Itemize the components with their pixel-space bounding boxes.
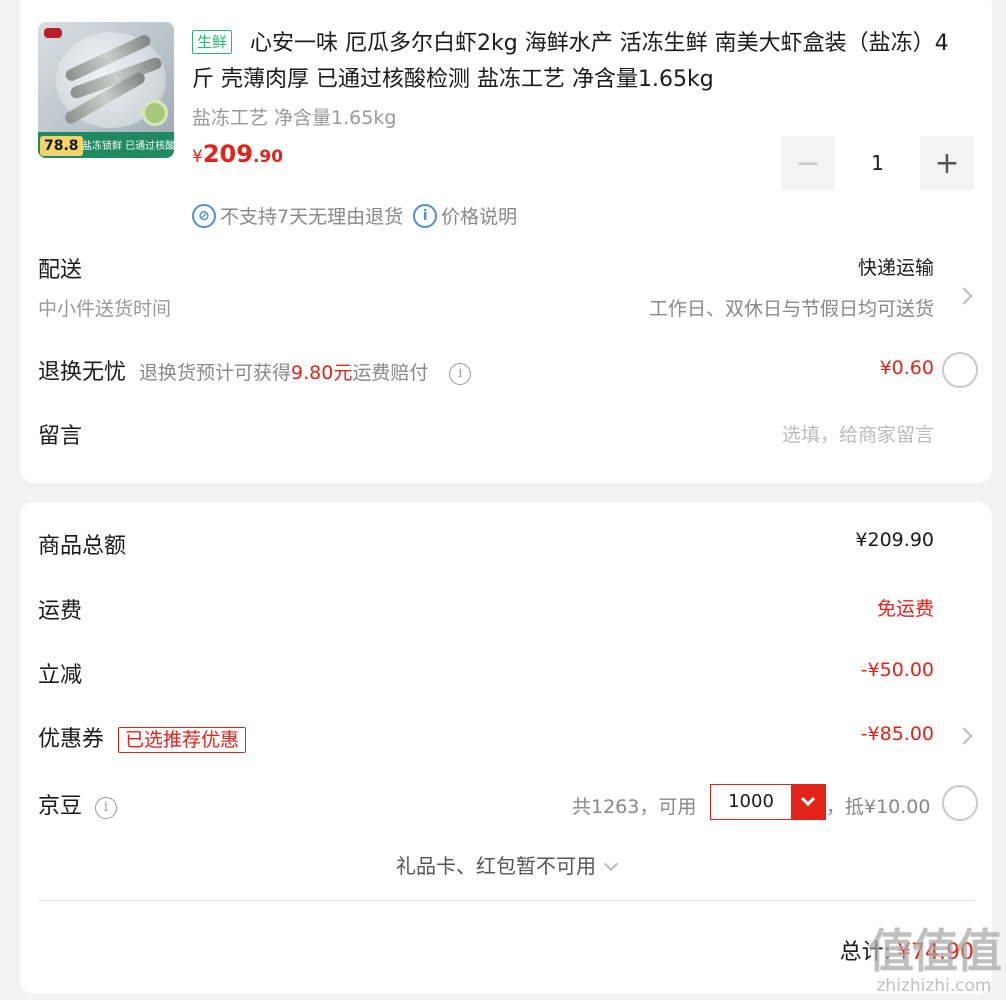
price-decimal: .90	[252, 147, 284, 167]
product-spec[interactable]: 盐冻工艺 净含量1.65kg	[192, 103, 396, 130]
return-insurance-label: 退换无忧	[38, 360, 127, 385]
coupon-value[interactable]: -¥85.00	[861, 723, 934, 745]
price-integer: 209	[202, 140, 253, 168]
chevron-right-icon[interactable]	[955, 727, 973, 745]
bean-radio[interactable]	[942, 785, 978, 821]
goods-total-label: 商品总额	[38, 534, 127, 559]
chevron-down-icon[interactable]	[603, 856, 619, 872]
info-icon[interactable]: i	[449, 362, 472, 385]
delivery-time-label: 中小件送货时间	[38, 298, 172, 320]
product-policy: ⊘ 不支持7天无理由退货 i 价格说明	[192, 202, 517, 229]
return-insurance-desc: 退换货预计可获得9.80元运费赔付	[139, 362, 428, 384]
site-watermark: 值值值 zhizhizhi.com	[868, 924, 1002, 996]
watermark-site: zhizhizhi.com	[876, 976, 992, 996]
increase-button[interactable]: +	[920, 136, 974, 190]
bean-total: 共1263，可用	[572, 796, 697, 818]
return-desc-amount: 9.80元	[291, 362, 353, 384]
divider	[38, 900, 974, 901]
return-desc-prefix: 退换货预计可获得	[139, 362, 292, 384]
coupon-row[interactable]: 优惠券 已选推荐优惠	[38, 721, 247, 753]
fresh-tag: 生鲜	[192, 30, 233, 54]
product-thumbnail[interactable]: 78.8 盐冻锁鲜 已通过核酸检测	[38, 22, 174, 158]
message-input[interactable]: 选填，给商家留言	[782, 420, 934, 447]
info-icon[interactable]: i	[413, 203, 438, 228]
goods-total-value: ¥209.90	[855, 529, 934, 551]
watermark-glyph: 值值值	[868, 924, 1002, 978]
bean-use-value[interactable]: 1000	[711, 785, 791, 819]
quantity-input[interactable]: 1	[835, 136, 920, 190]
giftcard-row[interactable]: 礼品卡、红包暂不可用	[20, 850, 992, 879]
return-desc-suffix: 运费赔付	[352, 362, 429, 384]
lime-graphic	[142, 100, 168, 126]
delivery-label: 配送	[38, 258, 83, 283]
return-insurance-radio[interactable]	[942, 352, 978, 388]
product-title[interactable]: 心安一味 厄瓜多尔白虾2kg 海鲜水产 活冻生鲜 南美大虾盒装（盐冻）4斤 壳薄…	[192, 26, 952, 98]
return-insurance-price: ¥0.60	[879, 357, 934, 379]
bean-row: 京豆 i	[38, 788, 118, 820]
discount-value: -¥50.00	[860, 659, 934, 681]
giftcard-text: 礼品卡、红包暂不可用	[396, 854, 596, 878]
coupon-label: 优惠券	[38, 727, 105, 752]
price-currency: ¥	[192, 147, 203, 167]
thumb-price: 78.8	[40, 136, 83, 156]
return-insurance-row: 退换无忧 退换货预计可获得9.80元运费赔付 i	[38, 354, 472, 386]
chevron-down-icon[interactable]	[791, 785, 825, 819]
delivery-method[interactable]: 快递运输	[858, 253, 934, 280]
quantity-stepper: − 1 +	[781, 136, 974, 190]
thumb-banner-text: 盐冻锁鲜 已通过核酸检测	[82, 141, 174, 152]
bean-use-select[interactable]: 1000	[710, 784, 826, 820]
shipping-label: 运费	[38, 599, 83, 624]
price-info-link[interactable]: 价格说明	[441, 202, 517, 229]
shipping-value: 免运费	[876, 598, 934, 620]
no-return-text: 不支持7天无理由退货	[220, 206, 404, 228]
discount-label: 立减	[38, 663, 83, 688]
order-item-card: 78.8 盐冻锁鲜 已通过核酸检测 心安一味 厄瓜多尔白虾2kg 海鲜水产 活冻…	[20, 0, 992, 483]
chevron-right-icon[interactable]	[955, 287, 973, 305]
bean-label: 京豆	[38, 794, 83, 819]
no-return-icon: ⊘	[192, 203, 216, 228]
product-price: ¥209.90	[192, 140, 283, 168]
price-summary-card: 商品总额 ¥209.90 运费 免运费 立减 -¥50.00 优惠券 已选推荐优惠…	[20, 502, 992, 994]
bean-deduct: ，抵¥10.00	[826, 796, 931, 818]
delivery-time-value[interactable]: 工作日、双休日与节假日均可送货	[649, 294, 934, 321]
coupon-tag: 已选推荐优惠	[118, 727, 247, 753]
info-icon[interactable]: i	[95, 796, 118, 819]
decrease-button[interactable]: −	[781, 136, 835, 190]
message-label: 留言	[38, 424, 83, 449]
brand-logo-icon	[44, 28, 62, 38]
